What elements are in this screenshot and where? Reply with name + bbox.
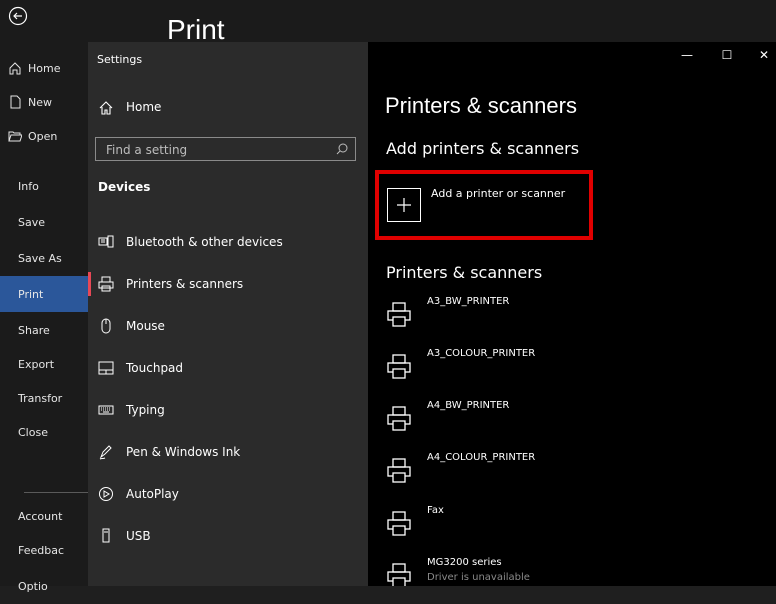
printer-status: Driver is unavailable (427, 572, 530, 583)
printer-item[interactable]: A3_COLOUR_PRINTER (385, 348, 745, 394)
nav-item-typing[interactable]: Typing (88, 390, 368, 430)
minimize-button[interactable]: — (672, 48, 702, 68)
printer-name: A4_COLOUR_PRINTER (427, 452, 536, 463)
backstage-item-label: Feedbac (18, 543, 65, 557)
nav-item-label: Touchpad (126, 361, 184, 375)
folder-open-icon (8, 131, 22, 142)
backstage-item-label: Close (18, 425, 48, 439)
printers-list-heading: Printers & scanners (386, 263, 543, 282)
backstage-item-label: Optio (18, 579, 48, 593)
home-icon (9, 62, 21, 75)
new-document-icon (10, 95, 21, 109)
backstage-item-label: Share (18, 323, 50, 337)
nav-item-label: AutoPlay (126, 487, 179, 501)
search-input[interactable] (104, 141, 328, 159)
backstage-item-feedback[interactable]: Feedbac (0, 532, 88, 568)
printer-icon (387, 302, 411, 327)
printer-item[interactable]: Fax (385, 505, 745, 551)
printer-icon (387, 458, 411, 483)
backstage-item-label: Transfor (18, 391, 63, 405)
page-title: Printers & scanners (385, 93, 577, 118)
backstage-item-label: Export (18, 357, 55, 371)
nav-item-pen[interactable]: Pen & Windows Ink (88, 432, 368, 472)
backstage-item-share[interactable]: Share (0, 312, 88, 348)
nav-item-printers-scanners[interactable]: Printers & scanners (88, 264, 368, 304)
backstage-header (0, 0, 776, 42)
backstage-item-label: Account (18, 509, 63, 523)
mouse-icon (101, 318, 111, 334)
nav-item-bluetooth[interactable]: Bluetooth & other devices (88, 222, 368, 262)
backstage-item-label: Save (18, 215, 46, 229)
printer-icon (98, 276, 114, 292)
nav-item-mouse[interactable]: Mouse (88, 306, 368, 346)
usb-icon (102, 528, 110, 543)
nav-item-autoplay[interactable]: AutoPlay (88, 474, 368, 514)
printer-item[interactable]: A4_COLOUR_PRINTER (385, 452, 745, 498)
printer-icon (387, 406, 411, 431)
nav-item-label: Typing (126, 403, 165, 417)
backstage-item-save-as[interactable]: Save As (0, 240, 88, 276)
backstage-item-label: Info (18, 179, 39, 193)
selection-indicator (88, 272, 91, 296)
printer-name: A3_COLOUR_PRINTER (427, 348, 536, 359)
backstage-item-close[interactable]: Close (0, 414, 88, 450)
backstage-item-open[interactable]: Open (0, 118, 88, 154)
window-title: Settings (97, 53, 143, 66)
highlight-annotation (375, 170, 593, 240)
printer-icon (387, 511, 411, 536)
printer-name: MG3200 series (427, 557, 502, 568)
printer-item[interactable]: MG3200 series Driver is unavailable (385, 557, 745, 586)
nav-item-label: Printers & scanners (126, 277, 244, 291)
backstage-item-label: Print (18, 287, 44, 301)
touchpad-icon (98, 361, 114, 375)
backstage-item-export[interactable]: Export (0, 346, 88, 382)
backstage-item-account[interactable]: Account (0, 498, 88, 534)
backstage-item-new[interactable]: New (0, 84, 88, 120)
bluetooth-devices-icon (98, 235, 114, 248)
back-arrow-icon[interactable] (8, 6, 28, 26)
backstage-item-save[interactable]: Save (0, 204, 88, 240)
search-icon[interactable] (335, 142, 349, 156)
printer-item[interactable]: A4_BW_PRINTER (385, 400, 745, 446)
keyboard-icon (98, 405, 114, 415)
search-box[interactable] (95, 137, 356, 161)
nav-home-label: Home (126, 100, 162, 114)
pen-icon (99, 445, 112, 460)
backstage-item-label: Home (28, 61, 61, 75)
printer-item[interactable]: A3_BW_PRINTER (385, 296, 745, 342)
backstage-divider (24, 492, 88, 493)
backstage-item-transform[interactable]: Transfor (0, 380, 88, 416)
printer-name: A3_BW_PRINTER (427, 296, 510, 307)
backstage-item-label: Save As (18, 251, 62, 265)
autoplay-icon (99, 487, 113, 501)
maximize-button[interactable]: ☐ (712, 48, 742, 68)
printer-icon (387, 563, 411, 586)
section-label: Devices (98, 180, 151, 194)
backstage-item-label: New (28, 95, 52, 109)
printer-icon (387, 354, 411, 379)
add-section-heading: Add printers & scanners (386, 139, 580, 158)
backstage-item-print[interactable]: Print (0, 276, 88, 312)
home-icon (99, 101, 113, 115)
nav-item-label: Mouse (126, 319, 165, 333)
printer-name: Fax (427, 505, 444, 516)
backstage-item-info[interactable]: Info (0, 168, 88, 204)
nav-item-label: Pen & Windows Ink (126, 445, 241, 459)
close-button[interactable]: ✕ (752, 48, 776, 68)
backstage-item-home[interactable]: Home (0, 50, 88, 86)
backstage-item-label: Open (28, 129, 58, 143)
nav-item-label: USB (126, 529, 151, 543)
nav-item-label: Bluetooth & other devices (126, 235, 283, 249)
printer-name: A4_BW_PRINTER (427, 400, 510, 411)
backstage-item-options[interactable]: Optio (0, 568, 88, 604)
nav-home[interactable]: Home (88, 92, 368, 124)
nav-item-touchpad[interactable]: Touchpad (88, 348, 368, 388)
nav-item-usb[interactable]: USB (88, 516, 368, 556)
